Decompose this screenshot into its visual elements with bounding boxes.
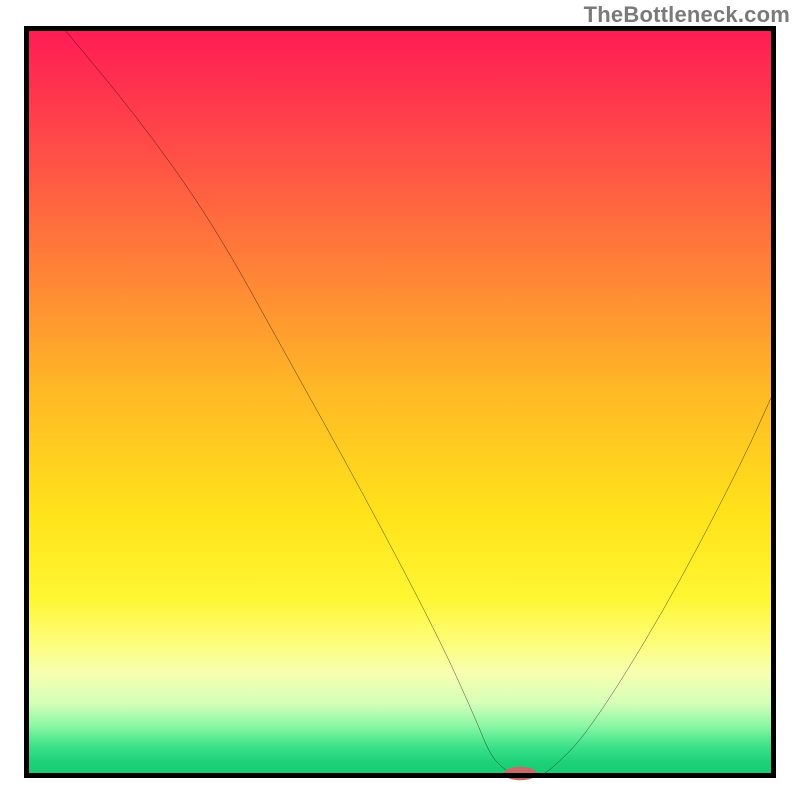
watermark-text: TheBottleneck.com	[584, 2, 790, 28]
chart-container: { "watermark": "TheBottleneck.com", "cha…	[0, 0, 800, 800]
plot-background-gradient	[24, 26, 776, 778]
